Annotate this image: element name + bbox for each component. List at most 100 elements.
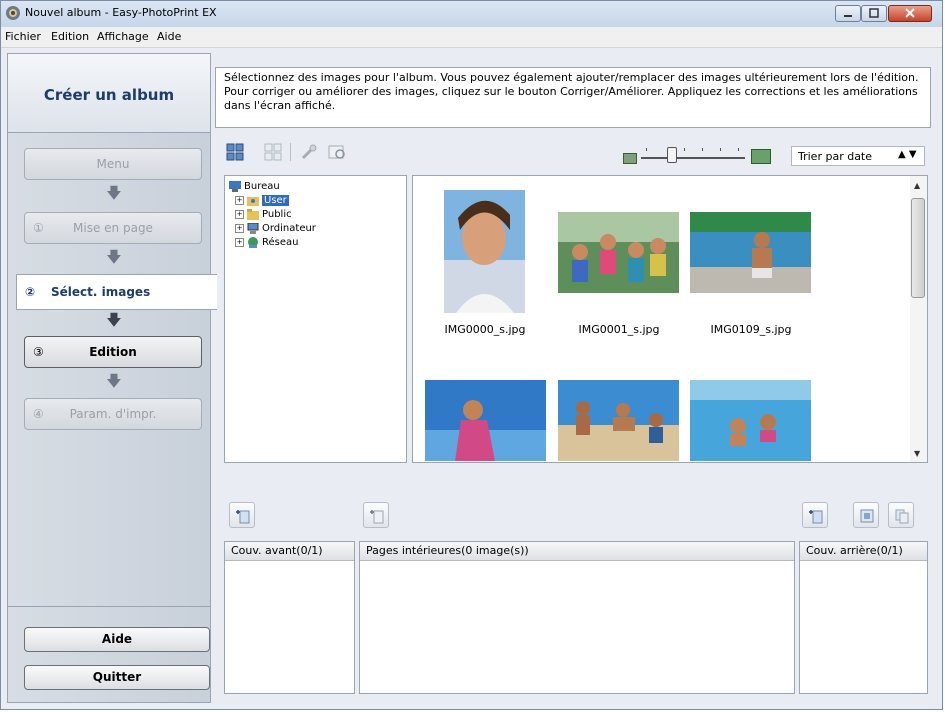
app-icon bbox=[6, 6, 20, 20]
left-panel: Créer un album Menu 🡇 ① Mise en page 🡇 ②… bbox=[7, 53, 217, 703]
title-bar: Nouvel album - Easy-PhotoPrint EX bbox=[1, 1, 942, 27]
back-cover-panel[interactable]: Couv. arrière(0/1) bbox=[799, 541, 928, 694]
toolbar-divider bbox=[290, 143, 291, 161]
minimize-icon bbox=[844, 15, 852, 17]
expand-icon[interactable]: + bbox=[235, 209, 244, 219]
expand-icon[interactable]: + bbox=[235, 195, 244, 205]
add-inner-pages-button[interactable] bbox=[363, 502, 389, 528]
step-label: Menu bbox=[96, 157, 130, 171]
small-thumbnail-icon bbox=[623, 153, 637, 164]
step-label: Mise en page bbox=[73, 221, 153, 235]
thumbnail-image[interactable] bbox=[558, 212, 679, 293]
thumbnail-image[interactable] bbox=[690, 380, 811, 461]
sort-order-icons: ▲ ▼ bbox=[898, 149, 917, 160]
divider bbox=[8, 606, 210, 607]
large-thumbnail-icon bbox=[751, 149, 771, 164]
slider-tick bbox=[684, 148, 685, 151]
menu-fichier[interactable]: Fichier bbox=[5, 30, 41, 43]
menu-edition[interactable]: Edition bbox=[51, 30, 89, 43]
step-number: ② bbox=[25, 285, 36, 299]
slider-thumb[interactable] bbox=[667, 147, 677, 163]
minimize-button[interactable] bbox=[835, 5, 861, 22]
back-cover-header: Couv. arrière(0/1) bbox=[800, 542, 927, 561]
select-all-icon[interactable] bbox=[226, 143, 244, 161]
left-panel-header: Créer un album bbox=[8, 54, 210, 133]
deselect-all-icon[interactable] bbox=[264, 143, 282, 161]
menu-affichage[interactable]: Affichage bbox=[97, 30, 149, 43]
arrow-down-icon: 🡇 bbox=[106, 248, 122, 266]
step-layout-button[interactable]: ① Mise en page bbox=[24, 212, 202, 244]
remove-image-button[interactable] bbox=[888, 502, 914, 528]
folder-icon bbox=[247, 208, 259, 220]
expand-icon[interactable]: + bbox=[235, 237, 244, 247]
add-to-back-cover-icon bbox=[809, 510, 823, 524]
front-cover-panel[interactable]: Couv. avant(0/1) bbox=[224, 541, 355, 694]
arrow-down-icon: 🡇 bbox=[106, 311, 122, 329]
replace-image-button[interactable] bbox=[853, 502, 879, 528]
slider-tick bbox=[738, 148, 739, 151]
step-label: Param. d'impr. bbox=[69, 407, 157, 421]
tree-root[interactable]: Bureau bbox=[229, 180, 280, 194]
scroll-down-icon[interactable]: ▼ bbox=[914, 449, 920, 458]
step-label: Sélect. images bbox=[51, 285, 151, 299]
step-select-images-tab[interactable]: ② Sélect. images bbox=[16, 274, 217, 310]
thumbnail-image[interactable] bbox=[425, 380, 546, 461]
thumbnail-image[interactable] bbox=[558, 380, 679, 461]
gallery-scrollbar[interactable]: ▲ ▼ bbox=[910, 176, 927, 462]
close-button[interactable] bbox=[888, 5, 932, 22]
arrow-down-icon: 🡇 bbox=[106, 372, 122, 390]
instructions-text: Sélectionnez des images pour l'album. Vo… bbox=[215, 67, 931, 128]
step-print-settings-button[interactable]: ④ Param. d'impr. bbox=[24, 398, 202, 430]
front-cover-header: Couv. avant(0/1) bbox=[225, 542, 354, 561]
tree-item-public[interactable]: + Public bbox=[235, 208, 292, 222]
inner-pages-panel[interactable]: Pages intérieures(0 image(s)) bbox=[359, 541, 795, 694]
close-icon bbox=[905, 8, 915, 18]
thumbnail-size-slider[interactable] bbox=[641, 157, 745, 159]
scroll-up-icon[interactable]: ▲ bbox=[914, 181, 920, 190]
quit-button[interactable]: Quitter bbox=[24, 665, 210, 690]
sort-dropdown[interactable]: Trier par date ▲ ▼ bbox=[791, 146, 925, 166]
panel-title: Créer un album bbox=[43, 86, 175, 104]
add-back-cover-button[interactable] bbox=[802, 502, 828, 528]
correct-enhance-icon[interactable] bbox=[300, 143, 318, 161]
step-label: Edition bbox=[89, 345, 137, 359]
window-title: Nouvel album - Easy-PhotoPrint EX bbox=[25, 6, 217, 19]
maximize-icon bbox=[869, 8, 879, 18]
thumbnail-image[interactable] bbox=[690, 212, 811, 293]
app-window: Nouvel album - Easy-PhotoPrint EX Fichie… bbox=[0, 0, 943, 710]
expand-icon[interactable]: + bbox=[235, 223, 244, 233]
help-button[interactable]: Aide bbox=[24, 627, 210, 652]
thumbnail-caption: IMG0000_s.jpg bbox=[444, 323, 526, 336]
add-to-pages-icon bbox=[370, 510, 384, 524]
slider-tick bbox=[702, 148, 703, 151]
arrow-down-icon: 🡇 bbox=[106, 184, 122, 202]
computer-icon bbox=[247, 222, 259, 234]
thumbnail-image[interactable] bbox=[444, 190, 525, 313]
inner-pages-header: Pages intérieures(0 image(s)) bbox=[360, 542, 794, 561]
scroll-thumb[interactable] bbox=[911, 198, 925, 298]
add-front-cover-button[interactable] bbox=[229, 502, 255, 528]
step-edition-button[interactable]: ③ Edition bbox=[24, 336, 202, 368]
tree-item-network[interactable]: + Réseau bbox=[235, 236, 298, 250]
user-folder-icon bbox=[247, 196, 259, 206]
folder-tree[interactable]: Bureau + User + Public + Ordinateur + Réseau bbox=[224, 175, 407, 463]
maximize-button[interactable] bbox=[861, 5, 887, 22]
menu-button[interactable]: Menu bbox=[24, 148, 202, 180]
tree-item-computer[interactable]: + Ordinateur bbox=[235, 222, 316, 236]
network-icon bbox=[248, 236, 258, 248]
sort-value: Trier par date bbox=[798, 150, 873, 163]
toolbar: Trier par date ▲ ▼ bbox=[215, 137, 931, 175]
thumbnail-caption: IMG0109_s.jpg bbox=[710, 323, 792, 336]
menu-bar: Fichier Edition Affichage Aide bbox=[1, 27, 942, 48]
thumbnail-gallery[interactable]: IMG0000_s.jpg IMG0001_s.jpg IMG0109_s.jp… bbox=[412, 175, 928, 463]
remove-image-icon bbox=[895, 509, 909, 524]
tree-item-user[interactable]: + User bbox=[235, 194, 289, 208]
menu-aide[interactable]: Aide bbox=[157, 30, 181, 43]
preview-icon[interactable] bbox=[328, 143, 346, 161]
slider-tick bbox=[646, 148, 647, 151]
slider-tick bbox=[720, 148, 721, 151]
thumbnail-caption: IMG0001_s.jpg bbox=[578, 323, 660, 336]
desktop-icon bbox=[229, 180, 241, 192]
replace-image-icon bbox=[860, 509, 874, 523]
add-to-front-cover-icon bbox=[236, 510, 250, 524]
